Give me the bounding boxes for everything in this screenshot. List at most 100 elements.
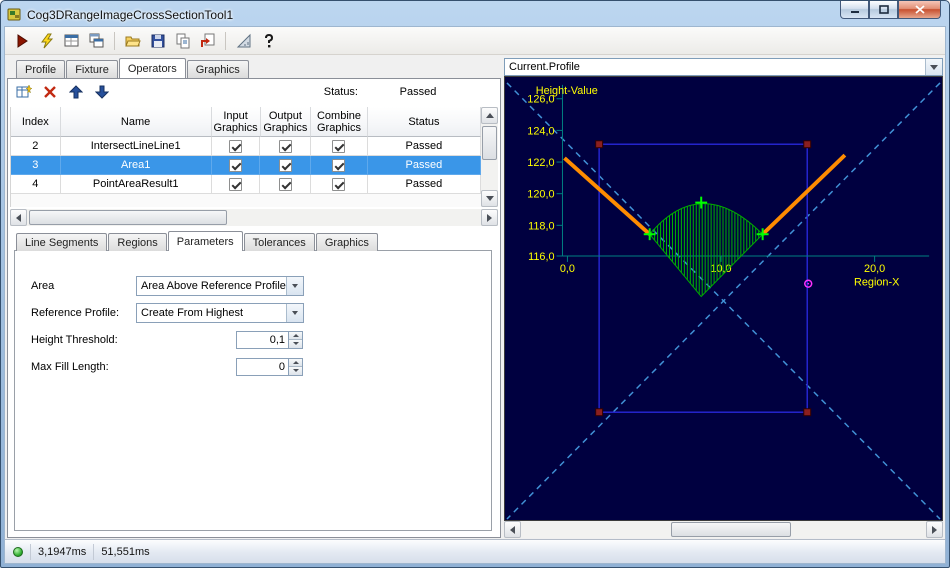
combine-graphics-checkbox[interactable] xyxy=(332,158,346,172)
scroll-down-button[interactable] xyxy=(481,190,498,207)
combine-graphics-checkbox[interactable] xyxy=(332,177,346,191)
table-row[interactable]: 4 PointAreaResult1 Passed xyxy=(11,175,481,194)
sub-tab-strip: Line Segments Regions Parameters Toleran… xyxy=(14,231,492,251)
profile-source-value: Current.Profile xyxy=(509,61,580,73)
tab-graphics-sub[interactable]: Graphics xyxy=(315,233,378,251)
area-selected-value: Area Above Reference Profile xyxy=(141,279,286,292)
statusbar-separator xyxy=(30,543,31,560)
y-tick-label: 118,0 xyxy=(528,220,554,232)
column-header-status[interactable]: Status xyxy=(367,107,481,137)
region-corner-handle[interactable] xyxy=(803,140,812,149)
add-operator-button[interactable] xyxy=(12,81,35,103)
output-graphics-checkbox[interactable] xyxy=(278,177,292,191)
table-row[interactable]: 2 IntersectLineLine1 Passed xyxy=(11,137,481,156)
spin-down-button[interactable] xyxy=(289,366,302,375)
tool-edit-panel: Profile Fixture Operators Graphics Statu… xyxy=(7,58,501,538)
run-button[interactable] xyxy=(10,30,33,52)
dropdown-button[interactable] xyxy=(286,303,303,322)
main-toolbar xyxy=(5,27,945,55)
scroll-left-button[interactable] xyxy=(10,209,27,226)
region-corner-handle[interactable] xyxy=(595,408,604,417)
chevron-down-icon xyxy=(292,369,299,373)
app-icon xyxy=(7,8,21,21)
scrollbar-thumb[interactable] xyxy=(671,522,791,537)
region-corner-handle[interactable] xyxy=(803,408,812,417)
scroll-right-button[interactable] xyxy=(481,209,498,226)
tab-parameters[interactable]: Parameters xyxy=(167,231,243,251)
status-value: Passed xyxy=(364,86,472,98)
add-editor-button[interactable] xyxy=(85,30,108,52)
tab-operators[interactable]: Operators xyxy=(118,58,186,78)
area-label: Area xyxy=(31,279,55,292)
spin-up-button[interactable] xyxy=(289,358,302,366)
output-graphics-checkbox[interactable] xyxy=(278,158,292,172)
input-graphics-checkbox[interactable] xyxy=(229,177,243,191)
chevron-down-icon xyxy=(292,342,299,346)
scroll-up-button[interactable] xyxy=(481,107,498,124)
tab-tolerances[interactable]: Tolerances xyxy=(243,233,315,251)
scroll-right-button[interactable] xyxy=(926,521,943,538)
move-up-button[interactable] xyxy=(64,81,87,103)
save-button[interactable] xyxy=(146,30,169,52)
column-header-index[interactable]: Index xyxy=(11,107,61,137)
combine-graphics-checkbox[interactable] xyxy=(332,139,346,153)
minimize-button[interactable] xyxy=(840,1,869,19)
spin-down-button[interactable] xyxy=(289,339,302,348)
move-down-button[interactable] xyxy=(90,81,113,103)
output-graphics-checkbox[interactable] xyxy=(278,139,292,153)
profile-source-select[interactable]: Current.Profile xyxy=(504,58,943,76)
client-area: Profile Fixture Operators Graphics Statu… xyxy=(4,26,946,564)
titlebar[interactable]: Cog3DRangeImageCrossSectionTool1 xyxy=(1,1,949,25)
table-row-selected[interactable]: 3 Area1 Passed xyxy=(11,156,481,175)
tab-line-segments[interactable]: Line Segments xyxy=(16,233,108,251)
column-header-combine-graphics[interactable]: Combine Graphics xyxy=(311,107,368,137)
status-label: Status: xyxy=(323,86,358,98)
minimize-icon xyxy=(850,11,859,13)
cell-status: Passed xyxy=(367,137,481,156)
scrollbar-thumb[interactable] xyxy=(482,126,497,160)
reference-profile-select[interactable]: Create From Highest xyxy=(136,302,304,323)
close-icon xyxy=(914,5,925,14)
profile-plot[interactable]: Height-Value 126,0 124,0 122,0 120,0 118… xyxy=(504,76,943,521)
max-fill-length-input[interactable] xyxy=(236,357,288,376)
close-button[interactable] xyxy=(898,1,941,19)
copy-results-button[interactable] xyxy=(171,30,194,52)
scroll-left-button[interactable] xyxy=(504,521,521,538)
import-button[interactable] xyxy=(196,30,219,52)
column-header-name[interactable]: Name xyxy=(60,107,212,137)
tool-editors-button[interactable] xyxy=(60,30,83,52)
spin-up-button[interactable] xyxy=(289,331,302,339)
tab-fixture[interactable]: Fixture xyxy=(66,60,118,78)
profile-plot-canvas[interactable]: Height-Value 126,0 124,0 122,0 120,0 118… xyxy=(505,77,942,520)
dropdown-button[interactable] xyxy=(925,59,942,75)
live-run-button[interactable] xyxy=(35,30,58,52)
run-icon xyxy=(17,33,28,48)
tab-profile[interactable]: Profile xyxy=(16,60,66,78)
table-vertical-scrollbar[interactable] xyxy=(481,107,498,207)
tab-regions[interactable]: Regions xyxy=(108,233,167,251)
column-header-output-graphics[interactable]: Output Graphics xyxy=(260,107,312,137)
input-graphics-checkbox[interactable] xyxy=(229,139,243,153)
plot-horizontal-scrollbar[interactable] xyxy=(504,521,943,538)
table-horizontal-scrollbar[interactable] xyxy=(10,209,498,226)
help-button[interactable] xyxy=(257,30,280,52)
chevron-down-icon xyxy=(292,310,298,315)
region-corner-handle[interactable] xyxy=(595,140,604,149)
area-select[interactable]: Area Above Reference Profile xyxy=(136,275,304,296)
column-header-input-graphics[interactable]: Input Graphics xyxy=(211,107,261,137)
open-button[interactable] xyxy=(121,30,144,52)
tab-label: Regions xyxy=(117,237,158,249)
add-operator-icon xyxy=(16,84,32,98)
maximize-button[interactable] xyxy=(869,1,898,19)
height-threshold-input[interactable] xyxy=(236,330,288,349)
x-axis-title: Region-X xyxy=(854,277,900,289)
delete-operator-button[interactable] xyxy=(38,81,61,103)
scrollbar-thumb[interactable] xyxy=(29,210,227,225)
calibration-button[interactable] xyxy=(232,30,255,52)
tab-label: Graphics xyxy=(324,237,369,249)
operators-toolbar: Status: Passed xyxy=(8,79,500,105)
input-graphics-checkbox[interactable] xyxy=(229,158,243,172)
set-square-icon xyxy=(236,33,250,47)
tab-graphics[interactable]: Graphics xyxy=(186,60,249,78)
dropdown-button[interactable] xyxy=(286,276,303,295)
